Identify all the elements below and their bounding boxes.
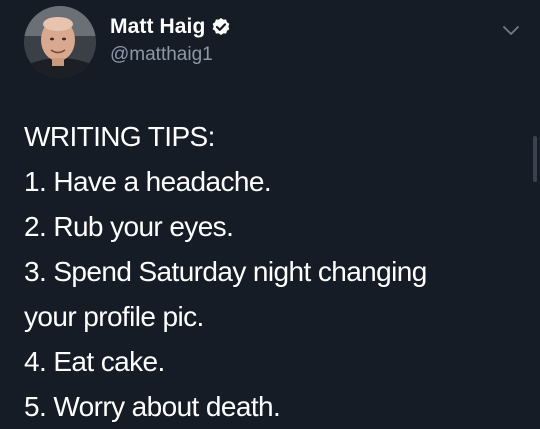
tweet-line: 4. Eat cake.	[24, 346, 165, 377]
name-row: Matt Haig	[110, 14, 231, 40]
display-name[interactable]: Matt Haig	[110, 15, 205, 39]
tweet-card: Matt Haig @matthaig1 WRITING TIPS: 1. Ha…	[0, 0, 540, 424]
chevron-down-icon[interactable]	[502, 24, 520, 36]
author-info: Matt Haig @matthaig1	[110, 14, 231, 66]
scrollbar[interactable]	[533, 136, 537, 182]
tweet-line: 3. Spend Saturday night changing	[24, 256, 427, 287]
tweet-line: 5. Worry about death.	[24, 391, 281, 422]
tweet-line: 1. Have a headache.	[24, 166, 272, 197]
tweet-line-heading: WRITING TIPS:	[24, 121, 215, 152]
tweet-line: 2. Rub your eyes.	[24, 211, 234, 242]
avatar-image	[24, 6, 96, 78]
avatar[interactable]	[24, 6, 96, 78]
handle[interactable]: @matthaig1	[110, 44, 231, 66]
tweet-line: your profile pic.	[24, 301, 204, 332]
verified-badge-icon	[211, 17, 231, 37]
tweet-text: WRITING TIPS: 1. Have a headache. 2. Rub…	[24, 114, 514, 429]
